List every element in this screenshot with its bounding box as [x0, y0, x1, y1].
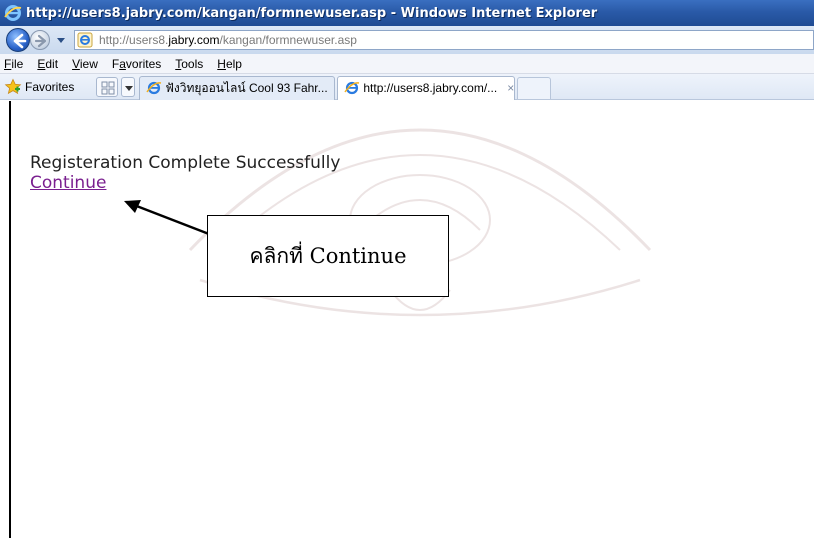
menu-view[interactable]: View — [72, 57, 98, 71]
back-button[interactable] — [6, 28, 30, 52]
window-title: http://users8.jabry.com/kangan/formnewus… — [26, 5, 598, 21]
title-bar: http://users8.jabry.com/kangan/formnewus… — [0, 0, 814, 26]
menu-edit[interactable]: Edit — [37, 57, 58, 71]
ie-logo-icon — [4, 4, 22, 22]
favorites-label: Favorites — [25, 79, 75, 94]
quick-tabs-icon — [101, 81, 115, 94]
forward-button[interactable] — [30, 30, 50, 50]
quick-tabs-button[interactable] — [96, 76, 119, 97]
star-icon — [4, 78, 22, 94]
url-prefix: http://users8. — [99, 33, 169, 47]
chevron-down-icon — [125, 85, 134, 91]
continue-link[interactable]: Continue — [30, 173, 106, 193]
menu-favorites[interactable]: Favorites — [112, 57, 161, 71]
menu-file[interactable]: File — [4, 57, 23, 71]
forward-arrow-icon — [34, 34, 47, 48]
recent-pages-dropdown-icon[interactable] — [56, 35, 66, 45]
address-field[interactable]: http://users8. jabry.com/kangan/formnewus… — [74, 30, 814, 50]
annotation-callout: คลิกที่ Continue — [207, 215, 449, 297]
url-suffix: /kangan/formnewuser.asp — [219, 33, 357, 47]
window-left-border — [9, 101, 11, 538]
annotation-text: คลิกที่ Continue — [249, 243, 407, 268]
success-message: Registeration Complete Successfully — [30, 153, 341, 173]
university-seal-watermark — [188, 128, 652, 317]
ie-page-icon — [77, 32, 93, 48]
favorites-button[interactable]: Favorites — [4, 78, 74, 96]
tab-list-dropdown[interactable] — [121, 76, 136, 97]
url-domain: jabry.com — [168, 33, 220, 47]
back-arrow-icon — [13, 33, 27, 49]
